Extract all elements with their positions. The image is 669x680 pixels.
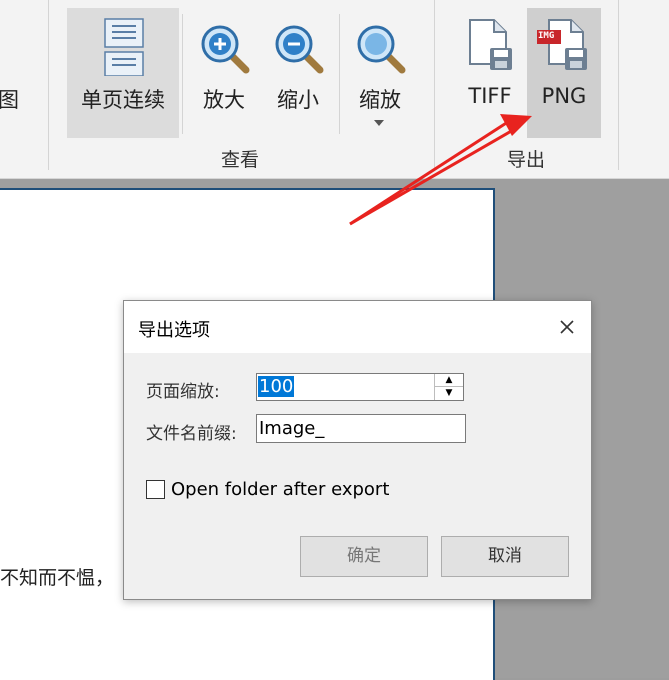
page-zoom-label: 页面缩放: — [146, 382, 220, 402]
open-folder-label[interactable]: Open folder after export — [171, 479, 389, 500]
tiff-export-button[interactable]: TIFF — [456, 8, 524, 138]
page-zoom-value[interactable]: 100 — [258, 376, 295, 397]
png-file-icon — [537, 19, 587, 70]
tiff-label: TIFF — [468, 84, 512, 108]
ribbon-separator — [339, 14, 340, 134]
zoom-in-icon — [201, 25, 250, 74]
filename-prefix-input[interactable]: Image_ — [256, 414, 466, 443]
ribbon-partial-label[interactable]: 图 — [0, 84, 19, 114]
ribbon-toolbar: 图 单页连续 放大 缩小 缩放 查看 TIFF IMG PNG 导出 — [0, 0, 669, 179]
png-label: PNG — [541, 84, 587, 108]
page-zoom-stepper[interactable]: 100 ▲ ▼ — [256, 373, 464, 401]
page-zoom-spinner: ▲ ▼ — [434, 374, 463, 400]
open-folder-checkbox[interactable] — [146, 480, 165, 499]
zoom-out-icon — [275, 25, 324, 74]
ribbon-separator — [182, 14, 183, 134]
zoom-out-label: 缩小 — [277, 88, 319, 112]
ribbon-separator — [434, 0, 435, 170]
spin-up-icon[interactable]: ▲ — [435, 374, 463, 387]
document-text: 不知而不愠， — [0, 567, 115, 589]
filename-prefix-label: 文件名前缀: — [146, 424, 237, 444]
png-icon-badge: IMG — [538, 31, 555, 41]
ribbon-separator — [48, 0, 49, 170]
zoom-icon — [357, 25, 406, 74]
page-icon — [104, 18, 144, 76]
zoom-dropdown-button[interactable]: 缩放 — [346, 8, 414, 138]
single-page-continuous-label: 单页连续 — [81, 88, 165, 112]
cancel-button[interactable]: 取消 — [441, 536, 569, 577]
filename-prefix-value: Image_ — [259, 418, 325, 439]
zoom-in-button[interactable]: 放大 — [190, 8, 258, 138]
zoom-in-label: 放大 — [203, 88, 245, 112]
close-icon — [560, 320, 574, 334]
ok-button[interactable]: 确定 — [300, 536, 428, 577]
ribbon-separator — [618, 0, 619, 170]
zoom-label: 缩放 — [359, 88, 401, 112]
spin-down-icon[interactable]: ▼ — [435, 387, 463, 400]
single-page-continuous-button[interactable]: 单页连续 — [67, 8, 179, 138]
tiff-file-icon — [469, 19, 512, 70]
export-options-dialog: 导出选项 页面缩放: 100 ▲ ▼ 文件名前缀: Image_ Open fo… — [123, 300, 592, 600]
view-group-label: 查看 — [221, 149, 260, 171]
dialog-title-bar: 导出选项 — [124, 301, 591, 353]
dropdown-arrow-icon — [374, 120, 384, 126]
png-export-button[interactable]: IMG PNG — [527, 8, 601, 138]
close-button[interactable] — [553, 313, 581, 341]
dialog-title: 导出选项 — [138, 320, 210, 341]
zoom-out-button[interactable]: 缩小 — [264, 8, 332, 138]
export-group-label: 导出 — [507, 149, 546, 171]
